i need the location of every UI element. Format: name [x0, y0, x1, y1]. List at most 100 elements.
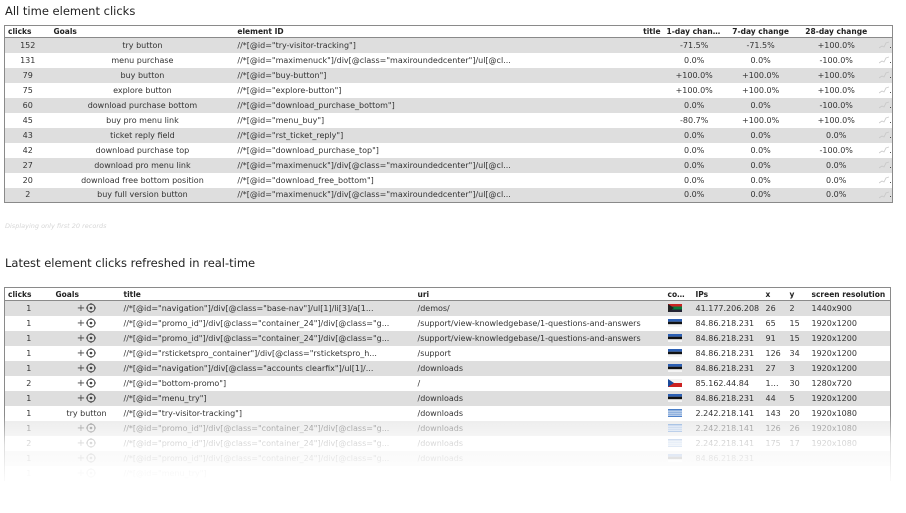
cell-1-day-change: 0.0% — [684, 175, 705, 185]
table-row[interactable]: 1 + //*[@id="menu_try"] /downloads 84.86.218… — [4, 390, 891, 406]
add-goal-button[interactable]: + — [77, 468, 97, 479]
header-uri[interactable]: uri — [415, 288, 665, 301]
cell-goal[interactable]: + — [53, 346, 121, 361]
header-clicks[interactable]: clicks — [5, 288, 53, 301]
cell-clicks: 131 — [20, 55, 36, 65]
add-goal-button[interactable]: + — [77, 378, 97, 389]
sparkline-cell[interactable] — [876, 83, 892, 98]
cell-country — [665, 346, 693, 361]
cell-clicks: 75 — [22, 85, 33, 95]
cell-uri: /downloads — [417, 438, 464, 448]
cell-goal[interactable]: + — [53, 361, 121, 376]
cell-title — [633, 128, 664, 143]
cell-goal: buy button — [120, 70, 165, 80]
cell-goal[interactable]: try button — [53, 406, 121, 421]
sparkline-cell[interactable] — [876, 98, 892, 113]
cell-screen-resolution — [809, 451, 891, 466]
table-row[interactable]: 2 + //*[@id="bottom-promo"] / 85.162.44.84 10… — [4, 375, 891, 391]
sparkline-cell[interactable] — [876, 173, 892, 188]
table-row[interactable]: 1 + //*[@id="promo_id"]/div[@class="contai… — [4, 450, 891, 466]
sparkline-cell[interactable] — [876, 68, 892, 83]
table-row[interactable]: 43 ticket reply field //*[@id="rst_ticket_… — [4, 127, 893, 143]
add-goal-button[interactable]: + — [77, 438, 97, 449]
cell-goal: ticket reply field — [110, 130, 175, 140]
add-goal-button[interactable]: + — [76, 422, 97, 434]
add-goal-button[interactable]: + — [77, 453, 97, 464]
table-row[interactable]: 42 download purchase top //*[@id="download… — [4, 142, 893, 158]
table-row[interactable]: 1 + //*[@id="navigation"]/div[@class="base… — [4, 300, 891, 316]
cell-goal: try button — [122, 40, 163, 50]
cell-goal[interactable]: + — [53, 466, 121, 481]
table-row[interactable]: 79 buy button //*[@id="buy-button"] +100.0%… — [4, 67, 893, 83]
header-element-id[interactable]: element ID — [234, 26, 633, 38]
table-row[interactable]: 1 + //*[@id="menu_try"] — [4, 465, 891, 481]
table-row[interactable]: 2 + //*[@id="promo_id"]/div[@class="contai… — [4, 435, 891, 451]
header-country[interactable]: country — [665, 288, 693, 301]
header-y[interactable]: y — [787, 288, 809, 301]
cell-ip: 84.86.218.231 — [695, 348, 755, 358]
sparkline-cell[interactable] — [876, 128, 892, 143]
table-row[interactable]: 1 + //*[@id="promo_id"]/div[@class="contai… — [4, 330, 891, 346]
add-goal-button[interactable]: + — [77, 393, 97, 404]
cell-screen-resolution: 1440x900 — [811, 303, 852, 313]
add-goal-button[interactable]: + — [77, 303, 97, 314]
table-row[interactable]: 75 explore button //*[@id="explore-button"… — [4, 82, 893, 98]
sparkline-icon — [879, 191, 890, 199]
header-28-day-change[interactable]: 28-day change — [796, 26, 876, 38]
cell-screen-resolution: 1920x1200 — [811, 333, 857, 343]
cell-goal[interactable]: + — [53, 451, 121, 466]
add-goal-button[interactable]: + — [77, 363, 97, 374]
cell-28-day-change: -100.0% — [819, 55, 853, 65]
table-row[interactable]: 152 try button //*[@id="try-visitor-tracki… — [4, 37, 893, 53]
header-7-day-change[interactable]: 7-day change — [725, 26, 797, 38]
header-clicks[interactable]: clicks — [5, 26, 51, 38]
table-row[interactable]: 1 + //*[@id="promo_id"]/div[@class="contai… — [4, 315, 891, 331]
cell-clicks: 20 — [22, 175, 33, 185]
plus-icon: + — [76, 422, 86, 434]
header-1-day-change[interactable]: 1-day change — [664, 26, 725, 38]
target-icon — [86, 333, 97, 343]
table-row[interactable]: 1 + //*[@id="navigation"]/div[@class="acco… — [4, 360, 891, 376]
header-x[interactable]: x — [763, 288, 787, 301]
sparkline-cell[interactable] — [876, 158, 892, 173]
sparkline-cell[interactable] — [876, 113, 892, 128]
sparkline-cell[interactable] — [876, 38, 892, 53]
cell-28-day-change: +100.0% — [817, 70, 855, 80]
table-row[interactable]: 45 buy pro menu link //*[@id="menu_buy"] -8… — [4, 112, 893, 128]
cell-goal[interactable]: + — [53, 376, 121, 391]
table-row[interactable]: 131 menu purchase //*[@id="maximenuck"]/di… — [4, 52, 893, 68]
cell-title: //*[@id="menu_try"] — [123, 393, 207, 403]
header-title[interactable]: title — [121, 288, 415, 301]
sparkline-cell[interactable] — [876, 53, 892, 68]
add-goal-button[interactable]: + — [77, 318, 97, 329]
table-row[interactable]: 1 try button //*[@id="try-visitor-tracking… — [4, 405, 891, 421]
header-screen-resolution[interactable]: screen resolution — [809, 288, 891, 301]
table-row[interactable]: 60 download purchase bottom //*[@id="downl… — [4, 97, 893, 113]
cell-y: 3 — [789, 363, 795, 373]
add-goal-button[interactable]: + — [77, 348, 97, 359]
table-row[interactable]: 20 download free bottom position //*[@id="… — [4, 172, 893, 188]
header-ips[interactable]: IPs — [693, 288, 763, 301]
table-row[interactable]: 1 + //*[@id="promo_id"]/div[@class="contai… — [4, 420, 891, 436]
cell-country — [665, 436, 693, 451]
add-goal-button[interactable]: + — [77, 333, 97, 344]
header-goals[interactable]: Goals — [53, 288, 121, 301]
header-title[interactable]: title — [633, 26, 664, 38]
cell-7-day-change: 0.0% — [750, 145, 771, 155]
table-row[interactable]: 2 buy full version button //*[@id="maximen… — [4, 187, 893, 203]
cell-goal[interactable]: + — [53, 421, 121, 436]
cell-uri: /support/view-knowledgebase/1-questions-… — [417, 333, 641, 343]
sparkline-icon — [879, 101, 890, 109]
cell-ip: 2.242.218.141 — [695, 408, 755, 418]
cell-goal[interactable]: + — [53, 301, 121, 316]
table-row[interactable]: 27 download pro menu link //*[@id="maximen… — [4, 157, 893, 173]
table-row[interactable]: 1 + //*[@id="rsticketspro_container"]/div[… — [4, 345, 891, 361]
sparkline-cell[interactable] — [876, 188, 892, 203]
sparkline-cell[interactable] — [876, 143, 892, 158]
cell-country — [665, 316, 693, 331]
header-goals[interactable]: Goals — [50, 26, 234, 38]
cell-goal[interactable]: + — [53, 331, 121, 346]
cell-goal[interactable]: + — [53, 316, 121, 331]
cell-goal[interactable]: + — [53, 436, 121, 451]
cell-goal[interactable]: + — [53, 391, 121, 406]
